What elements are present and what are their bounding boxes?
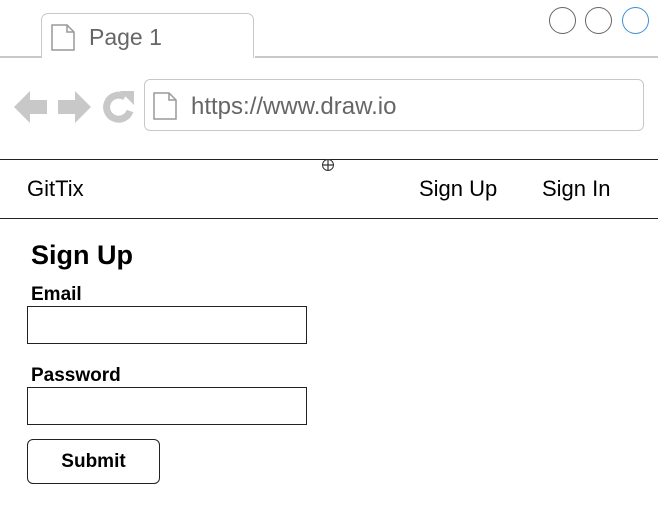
nav-sign-up-link[interactable]: Sign Up	[419, 176, 497, 202]
tab-title: Page 1	[89, 24, 162, 50]
email-field[interactable]	[27, 306, 307, 344]
address-bar-url[interactable]: https://www.draw.io	[191, 93, 396, 121]
tab-strip-divider	[0, 56, 42, 58]
brand-logo[interactable]: GitTix	[27, 176, 84, 202]
password-label: Password	[31, 365, 121, 386]
page-icon	[51, 24, 75, 56]
forward-arrow-icon[interactable]	[57, 90, 91, 129]
minimize-icon[interactable]	[549, 7, 576, 34]
email-label: Email	[31, 284, 82, 305]
back-arrow-icon[interactable]	[14, 90, 48, 129]
password-field[interactable]	[27, 387, 307, 425]
close-icon[interactable]	[622, 7, 649, 34]
tab-strip-divider	[255, 56, 658, 58]
submit-button[interactable]: Submit	[27, 439, 160, 484]
reload-icon[interactable]	[101, 90, 135, 129]
page-icon	[153, 92, 177, 125]
maximize-icon[interactable]	[585, 7, 612, 34]
move-handle-icon[interactable]	[321, 158, 335, 177]
nav-sign-in-link[interactable]: Sign In	[542, 176, 611, 202]
page-title: Sign Up	[31, 240, 133, 270]
